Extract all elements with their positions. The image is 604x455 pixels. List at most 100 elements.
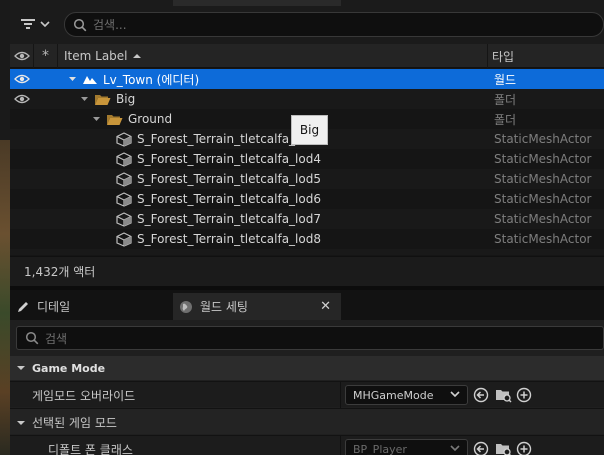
plus-circle-icon	[516, 387, 532, 403]
chevron-down-icon	[17, 420, 25, 425]
chevron-down-icon[interactable]	[68, 75, 77, 83]
chevron-down-icon	[40, 21, 50, 28]
tree-row-actor[interactable]: S_Forest_Terrain_tletcalfa_lod7 StaticMe…	[10, 209, 604, 229]
item-label-heading: Item Label	[64, 49, 128, 63]
tree-row-type: 폴더	[494, 112, 517, 127]
folder-search-icon	[495, 389, 511, 402]
chevron-down-icon[interactable]	[92, 115, 101, 123]
outliner-column-header: * Item Label 타입	[10, 44, 604, 68]
tree-row-type: StaticMeshActor	[494, 172, 592, 186]
static-mesh-icon	[116, 191, 132, 207]
property-game-mode-override: 게임모드 오버라이드 MHGameMode	[10, 381, 604, 408]
outliner-toolbar: 검색...	[10, 0, 604, 44]
tree-row-label: Big	[116, 92, 136, 106]
tree-row-label: Lv_Town (에디터)	[103, 72, 200, 87]
use-selected-button[interactable]	[472, 440, 490, 455]
tree-row-type: StaticMeshActor	[494, 212, 592, 226]
outliner-search-input[interactable]: 검색...	[64, 12, 604, 37]
viewport-landscape-image	[0, 140, 10, 455]
tree-row-type: StaticMeshActor	[494, 152, 592, 166]
chevron-down-icon[interactable]	[80, 95, 89, 103]
default-pawn-dropdown[interactable]: BP_Player	[345, 439, 468, 455]
tooltip: Big	[291, 115, 328, 145]
tree-row-name: S_Forest_Terrain_tletcalfa_lod4	[116, 151, 321, 167]
tab-details[interactable]: 디테일	[10, 293, 170, 320]
dropdown-value: BP_Player	[353, 442, 407, 455]
tab-label: 디테일	[37, 300, 71, 314]
tree-row-world[interactable]: Lv_Town (에디터) 월드	[10, 69, 604, 89]
eye-icon	[13, 51, 30, 61]
search-placeholder: 검색	[45, 331, 68, 346]
filter-icon	[21, 19, 35, 29]
tooltip-text: Big	[299, 123, 320, 137]
plus-circle-icon	[516, 441, 532, 455]
tree-row-label: S_Forest_Terrain_tletcalfa_lod6	[137, 192, 321, 206]
tree-row-actor[interactable]: S_Forest_Terrain_tletcalfa_lod8 StaticMe…	[10, 229, 604, 249]
tree-row-actor[interactable]: S_Forest_Terrain_tletcalfa_lod4 StaticMe…	[10, 149, 604, 169]
search-placeholder: 검색...	[93, 18, 127, 32]
dropdown-value: MHGameMode	[353, 388, 434, 402]
tab-stub	[173, 0, 341, 6]
browse-button[interactable]	[494, 386, 512, 404]
category-label: Game Mode	[32, 361, 106, 375]
outliner-tree: Lv_Town (에디터) 월드 Big 폴더 Ground 폴더 S_Fore…	[10, 69, 604, 255]
viewport-edge	[0, 0, 10, 455]
add-button[interactable]	[515, 386, 533, 404]
tree-row-label: S_Forest_Terrain_tletcalfa_lod5	[137, 172, 321, 186]
tree-row-actor[interactable]: S_Forest_Terrain_tletcalfa_lod6 StaticMe…	[10, 189, 604, 209]
eye-icon[interactable]	[14, 93, 30, 105]
search-icon	[25, 331, 39, 345]
tree-row-name: Big	[80, 92, 135, 106]
pin-column[interactable]: *	[34, 44, 58, 68]
tree-row-name: Ground	[92, 112, 172, 126]
globe-icon	[180, 300, 192, 313]
eye-icon[interactable]	[14, 73, 30, 85]
game-mode-dropdown[interactable]: MHGameMode	[345, 385, 468, 405]
tree-row-type: 월드	[494, 72, 517, 87]
item-label-column[interactable]: Item Label	[58, 44, 488, 68]
tree-row-type: StaticMeshActor	[494, 132, 592, 146]
sort-ascending-icon	[132, 54, 141, 58]
tree-row-actor[interactable]: S_Forest_Terrain_tletcalfa_lod5 StaticMe…	[10, 169, 604, 189]
tree-row-partial[interactable]	[10, 249, 604, 255]
outliner-status-bar: 1,432개 액터	[10, 256, 604, 286]
tree-row-type: StaticMeshActor	[494, 192, 592, 206]
chevron-down-icon	[17, 366, 25, 370]
static-mesh-icon	[116, 171, 132, 187]
tree-row-type: 폴더	[494, 92, 517, 107]
details-tab-strip: 디테일 월드 세팅 ✕	[10, 290, 604, 320]
arrow-left-circle-icon	[473, 387, 489, 403]
column-divider[interactable]	[340, 436, 341, 455]
tab-world-settings[interactable]: 월드 세팅 ✕	[173, 293, 341, 320]
tree-row-folder[interactable]: Big 폴더	[10, 89, 604, 109]
subcategory-label: 선택된 게임 모드	[32, 416, 117, 430]
actor-count: 1,432개 액터	[24, 265, 96, 279]
use-selected-button[interactable]	[472, 386, 490, 404]
tree-row-name: S_Forest_Terrain_tletcalfa_lod5	[116, 171, 321, 187]
tab-label: 월드 세팅	[200, 300, 248, 314]
arrow-left-circle-icon	[473, 441, 489, 455]
tree-row-name: Lv_Town (에디터)	[68, 71, 199, 88]
property-label: 디폴트 폰 클래스	[48, 443, 133, 455]
tree-row-name: S_Forest_Terrain_tletcalfa_lod8	[116, 231, 321, 247]
folder-search-icon	[495, 443, 511, 455]
close-icon[interactable]: ✕	[320, 299, 331, 314]
details-panel: 검색 Game Mode 게임모드 오버라이드 MHGameMode 선택된 게…	[10, 320, 604, 455]
asterisk-icon: *	[42, 48, 49, 64]
add-button[interactable]	[515, 440, 533, 455]
property-label: 게임모드 오버라이드	[32, 389, 136, 403]
type-heading: 타입	[492, 49, 515, 64]
filter-button[interactable]	[20, 15, 62, 33]
column-divider[interactable]	[340, 382, 341, 408]
browse-button[interactable]	[494, 440, 512, 455]
category-game-mode[interactable]: Game Mode	[10, 356, 604, 380]
property-default-pawn-class: 디폴트 폰 클래스 BP_Player	[10, 435, 604, 455]
details-search-input[interactable]: 검색	[16, 326, 604, 350]
subcategory-label-wrap: 선택된 게임 모드	[16, 414, 117, 431]
subcategory-selected-game-mode[interactable]: 선택된 게임 모드	[10, 408, 604, 434]
type-column[interactable]: 타입	[488, 44, 604, 68]
search-icon	[73, 18, 87, 31]
visibility-column[interactable]	[10, 44, 34, 68]
folder-open-icon	[95, 94, 111, 105]
static-mesh-icon	[116, 231, 132, 247]
